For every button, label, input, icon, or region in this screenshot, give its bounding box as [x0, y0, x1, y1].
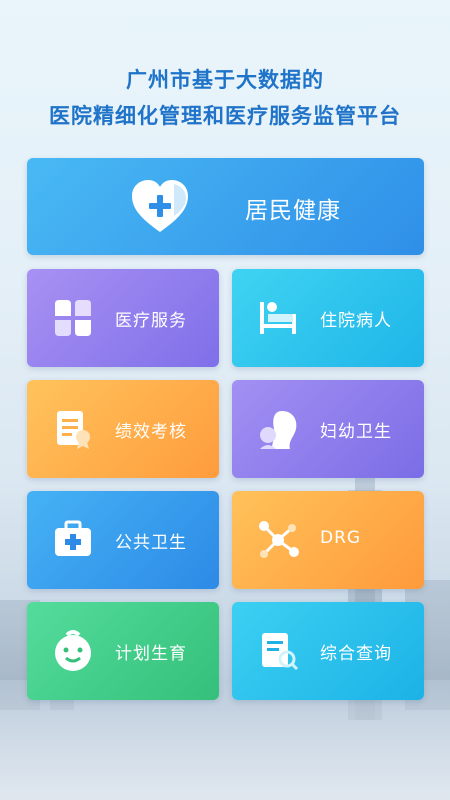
medical-service-tile[interactable]: 医疗服务 [27, 269, 219, 367]
medical-service-label: 医疗服务 [115, 311, 187, 331]
comprehensive-query-label: 综合查询 [320, 644, 392, 664]
performance-tile[interactable]: 绩效考核 [27, 380, 219, 478]
molecule-icon [254, 518, 302, 562]
inpatients-tile[interactable]: 住院病人 [232, 269, 424, 367]
title-line-1: 广州市基于大数据的 [126, 68, 324, 92]
resident-health-label: 居民健康 [245, 198, 341, 224]
document-award-icon [49, 407, 97, 451]
performance-label: 绩效考核 [115, 422, 187, 442]
maternal-child-tile[interactable]: 妇幼卫生 [232, 380, 424, 478]
public-health-tile[interactable]: 公共卫生 [27, 491, 219, 589]
page-header: 广州市基于大数据的 医院精细化管理和医疗服务监管平台 [0, 62, 450, 134]
heart-plus-icon [130, 178, 190, 234]
mother-child-icon [254, 407, 302, 451]
drg-tile[interactable]: DRG [232, 491, 424, 589]
clover-icon [49, 296, 97, 340]
comprehensive-query-tile[interactable]: 综合查询 [232, 602, 424, 700]
hospital-bed-icon [254, 296, 302, 340]
title-line-2: 医院精细化管理和医疗服务监管平台 [49, 104, 401, 128]
baby-face-icon [49, 629, 97, 673]
resident-health-tile[interactable]: 居民健康 [27, 158, 424, 255]
family-planning-tile[interactable]: 计划生育 [27, 602, 219, 700]
public-health-label: 公共卫生 [115, 533, 187, 553]
inpatients-label: 住院病人 [320, 311, 392, 331]
document-search-icon [254, 629, 302, 673]
medical-kit-icon [49, 518, 97, 562]
drg-label: DRG [320, 528, 362, 548]
maternal-child-label: 妇幼卫生 [320, 422, 392, 442]
family-planning-label: 计划生育 [115, 644, 187, 664]
